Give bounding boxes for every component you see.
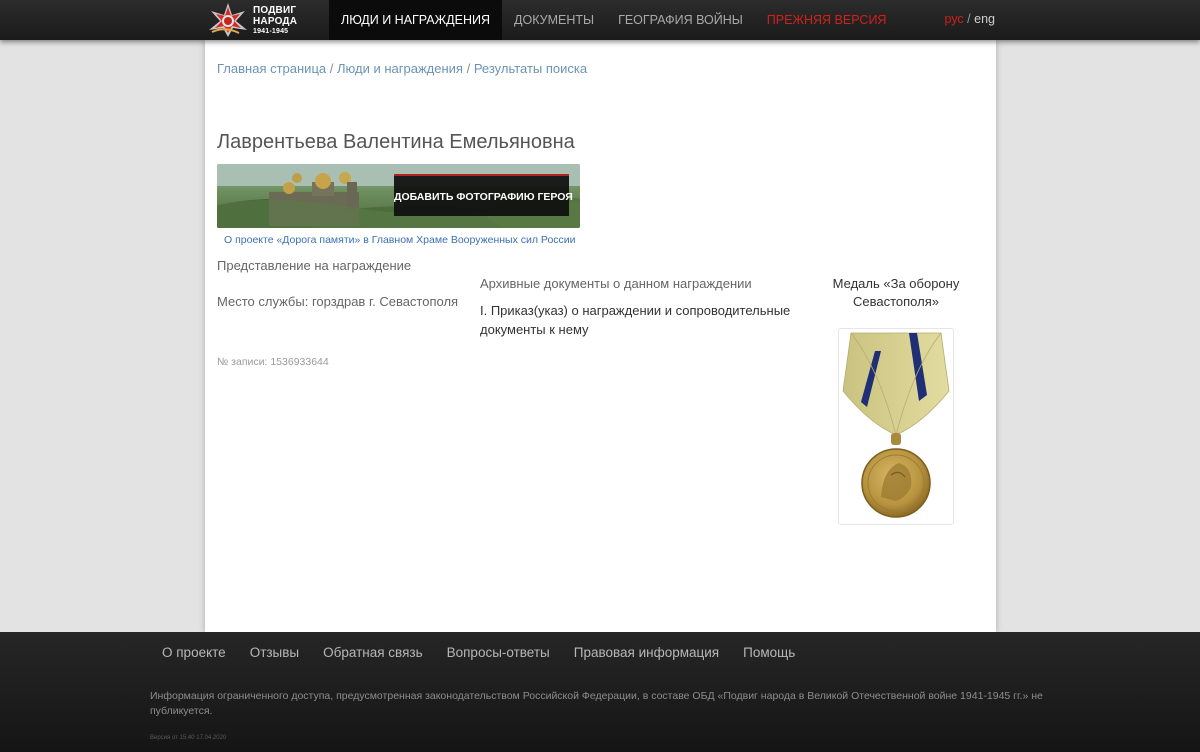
main-nav: Люди и награждения Документы География в…: [329, 0, 898, 40]
lang-separator: /: [967, 12, 971, 26]
nav-documents[interactable]: Документы: [502, 0, 606, 40]
add-photo-banner[interactable]: ДОБАВИТЬ ФОТОГРАФИЮ ГЕРОЯ: [217, 164, 580, 228]
breadcrumb-separator: /: [329, 61, 334, 76]
nav-previous-version[interactable]: Прежняя версия: [755, 0, 899, 40]
add-hero-photo-button[interactable]: ДОБАВИТЬ ФОТОГРАФИЮ ГЕРОЯ: [394, 174, 573, 216]
footer-nav: О проекте Отзывы Обратная связь Вопросы-…: [150, 644, 807, 662]
top-navigation-bar: ПОДВИГ НАРОДА 1941-1945 Люди и награжден…: [0, 0, 1200, 40]
main-content-panel: Главная страница / Люди и награждения / …: [205, 40, 996, 632]
footer-link-help[interactable]: Помощь: [731, 644, 807, 662]
nav-people-awards[interactable]: Люди и награждения: [329, 0, 503, 40]
nav-war-geography[interactable]: География войны: [606, 0, 755, 40]
order-star-icon: [209, 3, 247, 37]
lang-en-link[interactable]: eng: [974, 12, 995, 26]
record-number: № записи: 1536933644: [217, 356, 329, 368]
medal-defense-sevastopol-icon: [842, 332, 950, 518]
site-logo[interactable]: ПОДВИГ НАРОДА 1941-1945: [205, 2, 305, 38]
breadcrumb-separator: /: [466, 61, 471, 76]
breadcrumb-people-awards[interactable]: Люди и награждения: [337, 61, 463, 76]
footer-link-about[interactable]: О проекте: [150, 644, 238, 662]
logo-years: 1941-1945: [253, 27, 289, 35]
breadcrumb: Главная страница / Люди и награждения / …: [217, 61, 587, 76]
breadcrumb-search-results[interactable]: Результаты поиска: [474, 61, 587, 76]
logo-line-2: НАРОДА: [253, 15, 298, 27]
footer-disclaimer: Информация ограниченного доступа, предус…: [150, 690, 1043, 717]
logo-text: ПОДВИГ НАРОДА 1941-1945: [253, 5, 297, 36]
footer-link-faq[interactable]: Вопросы-ответы: [435, 644, 562, 662]
medal-title: Медаль «За оборону Севастополя»: [832, 276, 960, 309]
logo-line-1: ПОДВИГ: [253, 4, 297, 16]
award-order-document-link[interactable]: I. Приказ(указ) о награждении и сопровод…: [480, 301, 810, 339]
language-switcher: рус / eng: [945, 0, 995, 40]
footer-link-reviews[interactable]: Отзывы: [238, 644, 311, 662]
award-representation-label: Представление на награждение: [217, 258, 412, 273]
footer-link-legal[interactable]: Правовая информация: [562, 644, 731, 662]
lang-ru-link[interactable]: рус: [945, 12, 964, 26]
site-footer: О проекте Отзывы Обратная связь Вопросы-…: [0, 632, 1200, 752]
breadcrumb-home[interactable]: Главная страница: [217, 61, 326, 76]
footer-link-feedback[interactable]: Обратная связь: [311, 644, 434, 662]
medal-image[interactable]: [838, 328, 954, 525]
about-project-link[interactable]: О проекте «Дорога памяти» в Главном Храм…: [224, 234, 576, 246]
page-title: Лаврентьева Валентина Емельяновна: [217, 131, 575, 153]
footer-version: Версия от 15:40 17.04.2020: [150, 735, 227, 741]
archive-documents-title: Архивные документы о данном награждении: [480, 276, 752, 291]
service-place: Место службы: горздрав г. Севастополя: [217, 294, 459, 309]
